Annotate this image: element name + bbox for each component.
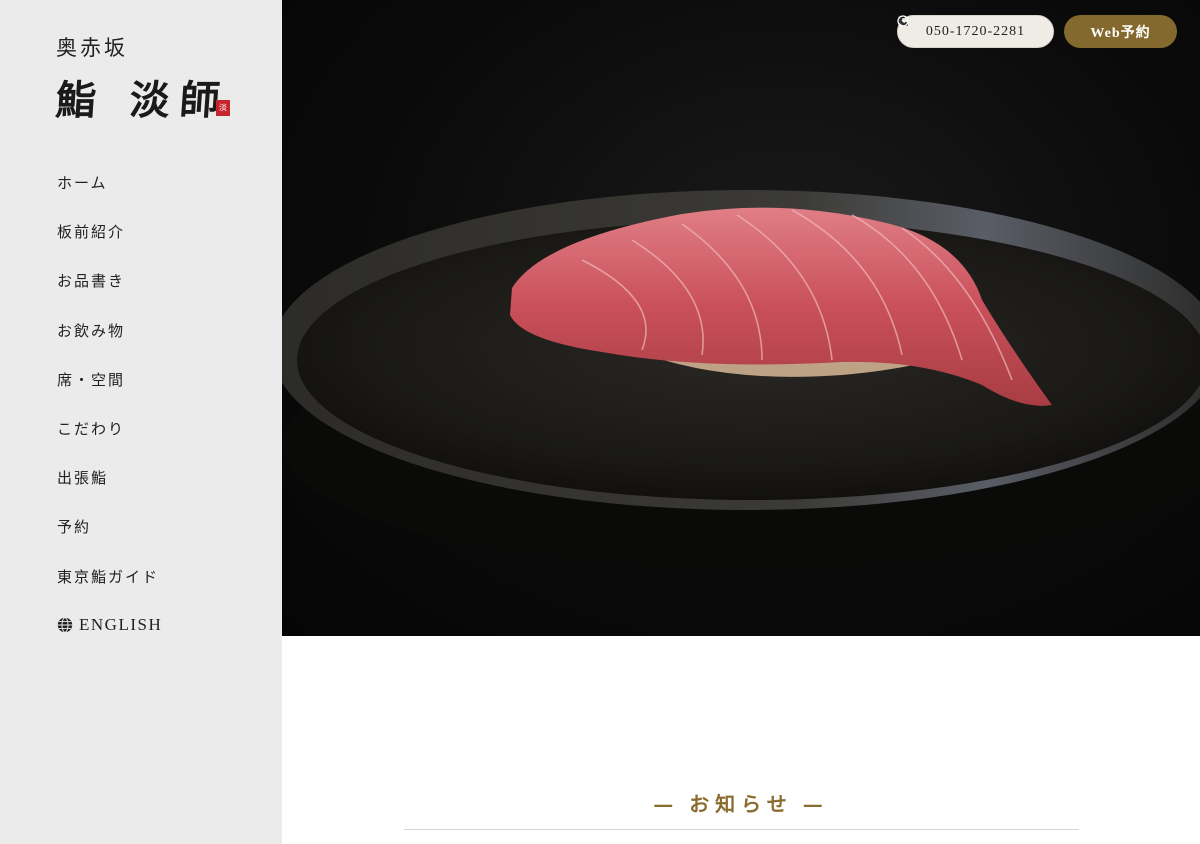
hero-image: 050-1720-2281 Web予約 <box>282 0 1200 636</box>
globe-icon <box>57 616 73 633</box>
sidebar: 奥赤坂 鮨 淡師 淡 ホーム 板前紹介 お品書き お飲み物 席・空間 こだわり … <box>0 0 282 844</box>
phone-number: 050-1720-2281 <box>925 23 1026 39</box>
header-buttons: 050-1720-2281 Web予約 <box>897 15 1177 48</box>
nav-item-drinks[interactable]: お飲み物 <box>57 320 162 369</box>
web-reservation-button[interactable]: Web予約 <box>897 15 1177 48</box>
sushi-photo <box>282 190 1200 570</box>
heading-dash-right: — <box>802 792 829 816</box>
logo-seal: 淡 <box>216 100 230 116</box>
clock-icon <box>897 15 909 27</box>
nav-item-menu[interactable]: お品書き <box>57 270 162 319</box>
nav-item-commitment[interactable]: こだわり <box>57 418 162 467</box>
logo-name-text: 鮨 淡師 <box>54 77 232 124</box>
nav-item-english-label: ENGLISH <box>79 614 163 634</box>
news-title: お知らせ <box>689 792 793 816</box>
news-heading: — お知らせ — <box>282 788 1200 817</box>
nav-item-seats[interactable]: 席・空間 <box>57 369 162 418</box>
logo[interactable]: 奥赤坂 鮨 淡師 淡 <box>54 32 236 124</box>
web-reservation-label: Web予約 <box>1090 25 1151 41</box>
nav-item-reservation[interactable]: 予約 <box>57 516 162 565</box>
nav-item-home[interactable]: ホーム <box>57 172 162 221</box>
nav-item-guide[interactable]: 東京鮨ガイド <box>57 566 162 615</box>
phone-button[interactable]: 050-1720-2281 <box>897 15 1054 48</box>
nav-item-chef[interactable]: 板前紹介 <box>57 221 162 270</box>
logo-area-text: 奥赤坂 <box>56 36 128 60</box>
nav-item-catering[interactable]: 出張鮨 <box>57 467 162 516</box>
main-nav: ホーム 板前紹介 お品書き お飲み物 席・空間 こだわり 出張鮨 予約 東京鮨ガ… <box>57 172 162 664</box>
heading-dash-left: — <box>653 792 680 816</box>
nav-item-english[interactable]: ENGLISH <box>57 615 162 664</box>
news-divider <box>404 829 1079 830</box>
